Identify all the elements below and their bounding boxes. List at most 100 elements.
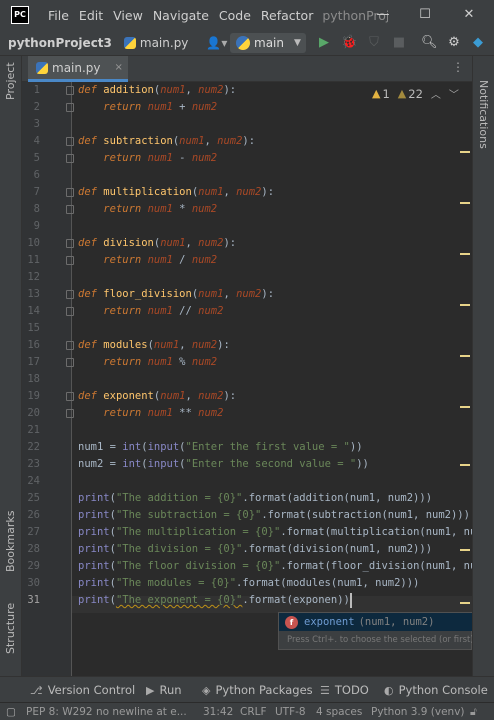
fold-marker-icon[interactable] — [66, 341, 74, 350]
more-tabs-icon[interactable]: ⋮ — [452, 60, 464, 74]
line-number: 23 — [27, 458, 40, 470]
fold-marker-icon[interactable] — [66, 137, 74, 146]
status-message[interactable]: PEP 8: W292 no newline at e... — [26, 706, 187, 718]
warning-stripe[interactable] — [460, 406, 470, 408]
status-icon: ▢ — [6, 706, 16, 718]
python-icon — [236, 36, 250, 50]
python-file-icon — [123, 36, 136, 49]
fold-marker-icon[interactable] — [66, 103, 74, 112]
code-line-19: def exponent(num1, num2): — [78, 390, 237, 402]
warning-icon: ▲ — [372, 87, 381, 100]
fold-marker-icon[interactable] — [66, 188, 74, 197]
menu-view[interactable]: View — [108, 8, 148, 23]
warning-stripe[interactable] — [460, 253, 470, 255]
run-tool[interactable]: ▶ Run — [146, 683, 182, 697]
menu-file[interactable]: File — [43, 8, 74, 23]
line-number: 21 — [27, 424, 40, 436]
todo-tool[interactable]: ☰ TODO — [320, 683, 369, 697]
fold-marker-icon[interactable] — [66, 154, 74, 163]
chevron-down-icon[interactable]: ﹀ — [449, 86, 459, 101]
warning-stripe[interactable] — [460, 549, 470, 551]
line-number: 17 — [27, 356, 40, 368]
run-config-selector[interactable]: main ▼ — [230, 33, 306, 53]
status-bar: ▢ PEP 8: W292 no newline at e... 31:42 C… — [0, 702, 494, 720]
fold-marker-icon[interactable] — [66, 86, 74, 95]
code-line-28: print("The division = {0}".format(divisi… — [78, 543, 433, 555]
python-interpreter[interactable]: Python 3.9 (venv) — [371, 706, 465, 718]
tab-label: main.py — [52, 60, 101, 75]
user-menu-button[interactable]: 👤▾ — [206, 36, 227, 50]
warning-stripe[interactable] — [460, 202, 470, 204]
line-separator[interactable]: CRLF — [240, 706, 267, 718]
run-icon: ▶ — [146, 683, 155, 697]
breadcrumb-project[interactable]: pythonProject3 — [8, 36, 112, 50]
maximize-button[interactable]: ☐ — [410, 6, 440, 24]
structure-tool-tab[interactable]: Structure — [4, 603, 17, 654]
menu-bar: File Edit View Navigate Code Refactor — [43, 8, 318, 23]
tab-main-py[interactable]: main.py × — [28, 56, 128, 82]
code-line-17: return num1 % num2 — [103, 356, 218, 368]
chevron-up-icon[interactable]: ︿ — [431, 86, 441, 101]
line-number: 5 — [33, 152, 40, 164]
line-number: 31 — [27, 594, 40, 606]
breadcrumb-file-label: main.py — [139, 35, 189, 50]
fold-marker-icon[interactable] — [66, 392, 74, 401]
caret-position[interactable]: 31:42 — [203, 706, 233, 718]
inspection-widget[interactable]: ▲ 1 ▲ 22 ︿ ﹀ — [372, 86, 459, 102]
stop-icon[interactable]: ■ — [391, 35, 407, 51]
gear-icon[interactable]: ⚙ — [446, 35, 462, 51]
coverage-icon[interactable]: ⛉ — [366, 35, 382, 51]
fold-marker-icon[interactable] — [66, 409, 74, 418]
code-line-4: def subtraction(num1, num2): — [78, 135, 256, 147]
indent-setting[interactable]: 4 spaces — [316, 706, 362, 718]
fold-marker-icon[interactable] — [66, 239, 74, 248]
menu-navigate[interactable]: Navigate — [148, 8, 214, 23]
debug-icon[interactable]: 🐞 — [341, 35, 357, 51]
completion-name: exponent — [304, 616, 355, 628]
notifications-tool-tab[interactable]: Notifications — [477, 80, 490, 149]
line-number: 19 — [27, 390, 40, 402]
close-tab-icon[interactable]: × — [115, 62, 123, 73]
fold-marker-icon[interactable] — [66, 358, 74, 367]
line-number: 12 — [27, 271, 40, 283]
close-window-button[interactable]: ✕ — [454, 6, 484, 24]
line-number: 8 — [33, 203, 40, 215]
breadcrumb-file[interactable]: main.py — [123, 35, 189, 50]
run-icon[interactable]: ▶ — [316, 35, 332, 51]
warning-stripe[interactable] — [460, 355, 470, 357]
project-tool-tab[interactable]: Project — [4, 62, 17, 100]
jetbrains-icon[interactable]: ◆ — [470, 35, 486, 51]
file-encoding[interactable]: UTF-8 — [275, 706, 306, 718]
code-editor[interactable]: 1 2 3 4 5 6 7 8 9 10 11 12 13 14 15 16 17 18 19 20 21 22 23 24 2… — [22, 82, 472, 676]
version-control-tool[interactable]: ⎇ Version Control — [30, 683, 135, 697]
editor-tab-bar: main.py × ⋮ — [22, 56, 472, 82]
code-line-22: num1 = int(input("Enter the first value … — [78, 441, 363, 453]
bottom-tool-bar: ⎇ Version Control ▶ Run ◈ Python Package… — [0, 676, 494, 702]
code-line-11: return num1 / num2 — [103, 254, 218, 266]
warning-stripe[interactable] — [460, 304, 470, 306]
fold-marker-icon[interactable] — [66, 205, 74, 214]
right-tool-strip: Notifications — [472, 56, 494, 676]
bookmarks-tool-tab[interactable]: Bookmarks — [4, 511, 17, 572]
menu-refactor[interactable]: Refactor — [256, 8, 318, 23]
fold-marker-icon[interactable] — [66, 290, 74, 299]
completion-item[interactable]: f exponent (num1, num2) — [279, 613, 472, 631]
line-number: 6 — [33, 169, 40, 181]
navigation-bar: pythonProject3 main.py 👤▾ main ▼ ▶ 🐞 ⛉ ■… — [0, 30, 494, 56]
minimize-button[interactable]: — — [368, 6, 398, 24]
fold-marker-icon[interactable] — [66, 307, 74, 316]
python-console-tool[interactable]: ◐ Python Console — [384, 683, 488, 697]
fold-marker-icon[interactable] — [66, 256, 74, 265]
code-line-31: print("The exponent = {0}".format(expone… — [78, 594, 350, 606]
python-packages-tool[interactable]: ◈ Python Packages — [202, 683, 313, 697]
warning-stripe[interactable] — [460, 151, 470, 153]
line-number: 3 — [33, 118, 40, 130]
menu-edit[interactable]: Edit — [74, 8, 108, 23]
packages-icon: ◈ — [202, 683, 211, 697]
menu-code[interactable]: Code — [214, 8, 256, 23]
search-icon[interactable]: 🔍︎ — [421, 35, 438, 51]
lock-icon[interactable]: 🔓︎ — [470, 706, 477, 719]
warning-stripe[interactable] — [460, 464, 470, 466]
code-completion-popup: f exponent (num1, num2) Press Ctrl+. to … — [278, 612, 472, 650]
warning-stripe[interactable] — [460, 602, 470, 604]
